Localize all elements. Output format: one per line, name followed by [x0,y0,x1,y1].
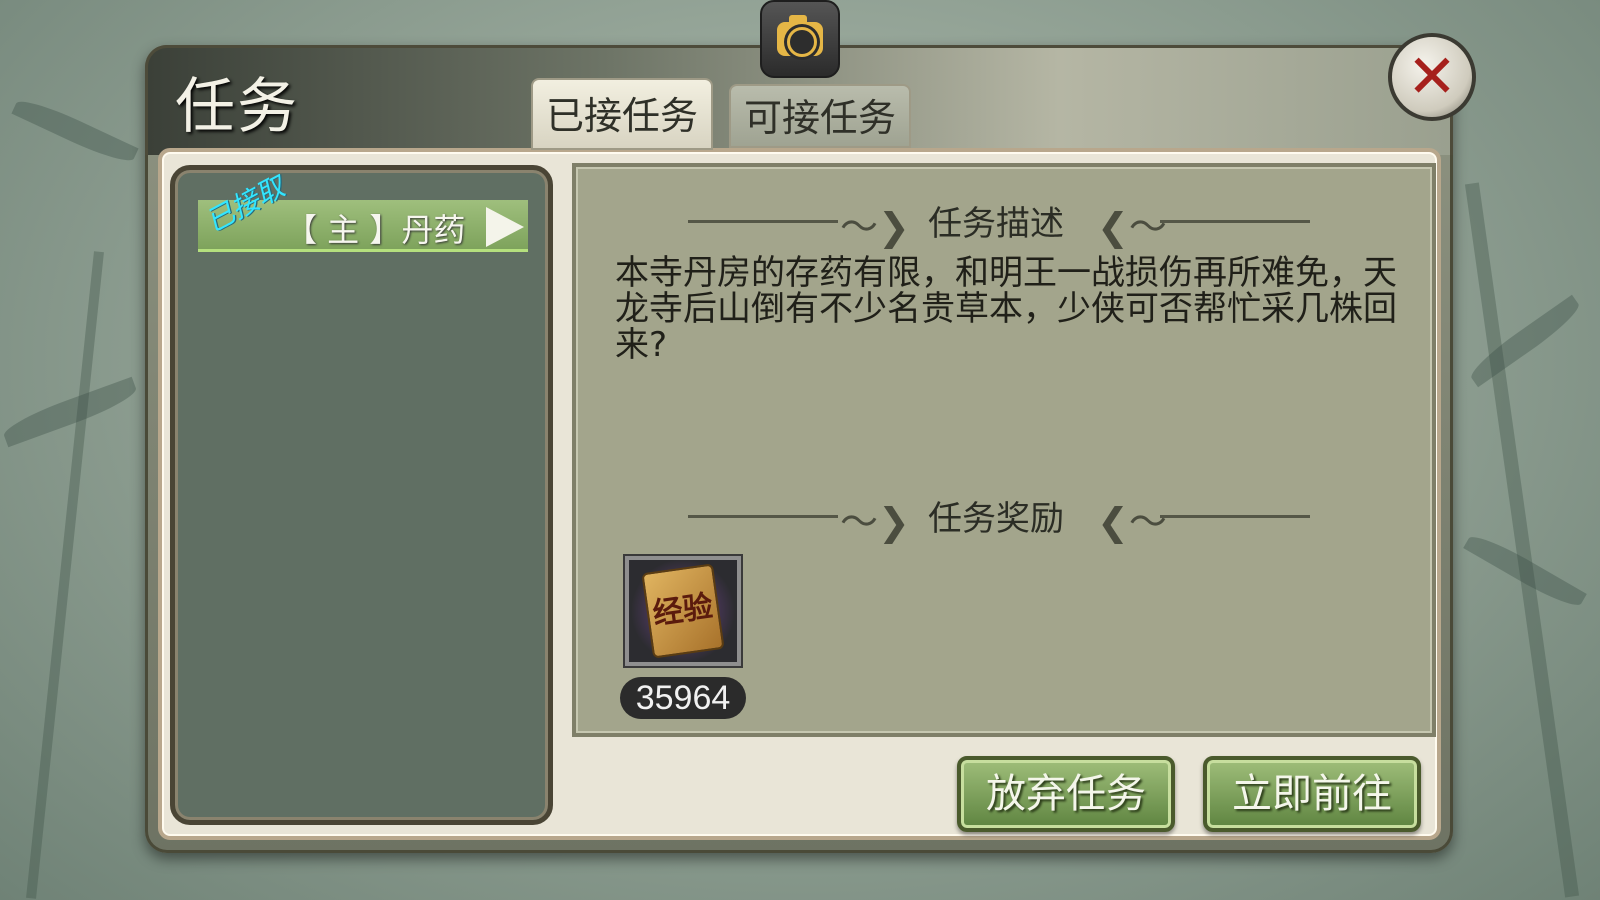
go-now-button[interactable]: 立即前往 [1203,756,1421,832]
divider-right [1160,515,1310,518]
camera-icon [777,15,823,57]
abandon-quest-button[interactable]: 放弃任务 [957,756,1175,832]
tab-available-quests[interactable]: 可接任务 [729,84,911,148]
tab-accepted-quests[interactable]: 已接任务 [531,78,713,150]
close-icon: ✕ [1406,42,1458,112]
bamboo-leaf [0,376,140,448]
experience-reward-slot[interactable]: 经验 [625,556,741,666]
quest-description-text: 本寺丹房的存药有限，和明王一战损伤再所难免，天龙寺后山倒有不少名贵草本，少侠可否… [615,253,1397,365]
close-button[interactable]: ✕ [1388,33,1476,121]
description-heading: 任务描述 [928,204,1064,244]
reward-count: 35964 [620,677,746,719]
ornament-icon: 〜❯ [840,500,910,544]
quest-item-label: 【 主 】丹药 [285,211,466,249]
divider-left [688,515,838,518]
bamboo-leaf [11,93,139,169]
ornament-icon: ❮〜 [1097,205,1167,249]
bamboo-stalk [26,251,104,899]
screenshot-button[interactable] [760,0,840,78]
ornament-icon: ❮〜 [1097,500,1167,544]
dialog-title: 任务 [175,72,299,142]
ornament-icon: 〜❯ [840,205,910,249]
divider-right [1160,220,1310,223]
chevron-right-icon [486,207,524,247]
quest-list-panel [170,165,553,825]
divider-left [688,220,838,223]
reward-heading: 任务奖励 [928,499,1064,539]
experience-icon-text: 经验 [650,589,716,633]
experience-icon: 经验 [641,563,725,659]
